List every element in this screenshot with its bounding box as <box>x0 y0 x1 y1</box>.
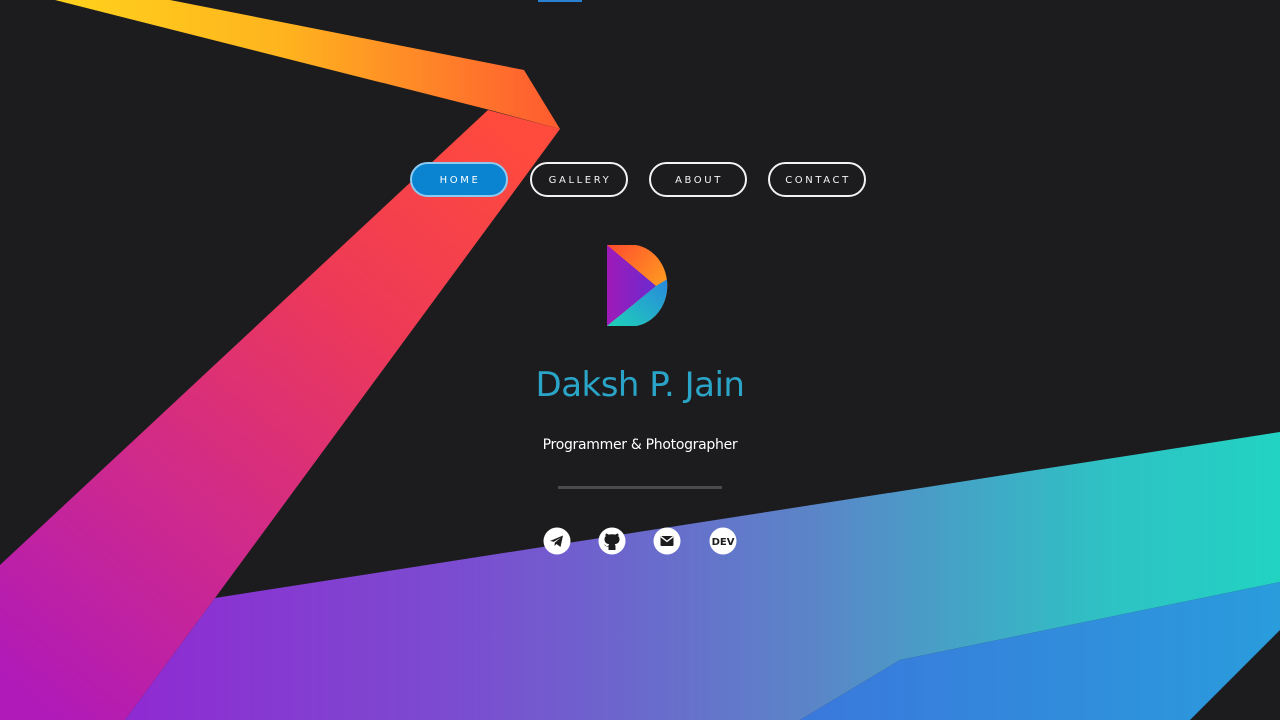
email-icon[interactable] <box>653 527 681 555</box>
main-nav: HOME GALLERY ABOUT CONTACT <box>410 162 870 202</box>
top-accent-bar <box>538 0 582 2</box>
dev-icon-text: DEV <box>712 537 735 548</box>
nav-contact-button[interactable]: CONTACT <box>768 162 866 197</box>
nav-home-button[interactable]: HOME <box>410 162 508 197</box>
home-page: HOME GALLERY ABOUT CONTACT Daksh P. Jain… <box>0 0 1280 720</box>
divider <box>558 486 722 489</box>
d-logo-icon <box>606 245 674 327</box>
site-owner-name: Daksh P. Jain <box>535 365 745 405</box>
telegram-icon[interactable] <box>543 527 571 555</box>
github-icon[interactable] <box>598 527 626 555</box>
nav-about-button[interactable]: ABOUT <box>649 162 747 197</box>
background-ribbons <box>0 0 1280 720</box>
dev-icon[interactable]: DEV <box>709 527 737 555</box>
nav-gallery-button[interactable]: GALLERY <box>530 162 628 197</box>
tagline: Programmer & Photographer <box>542 437 738 453</box>
